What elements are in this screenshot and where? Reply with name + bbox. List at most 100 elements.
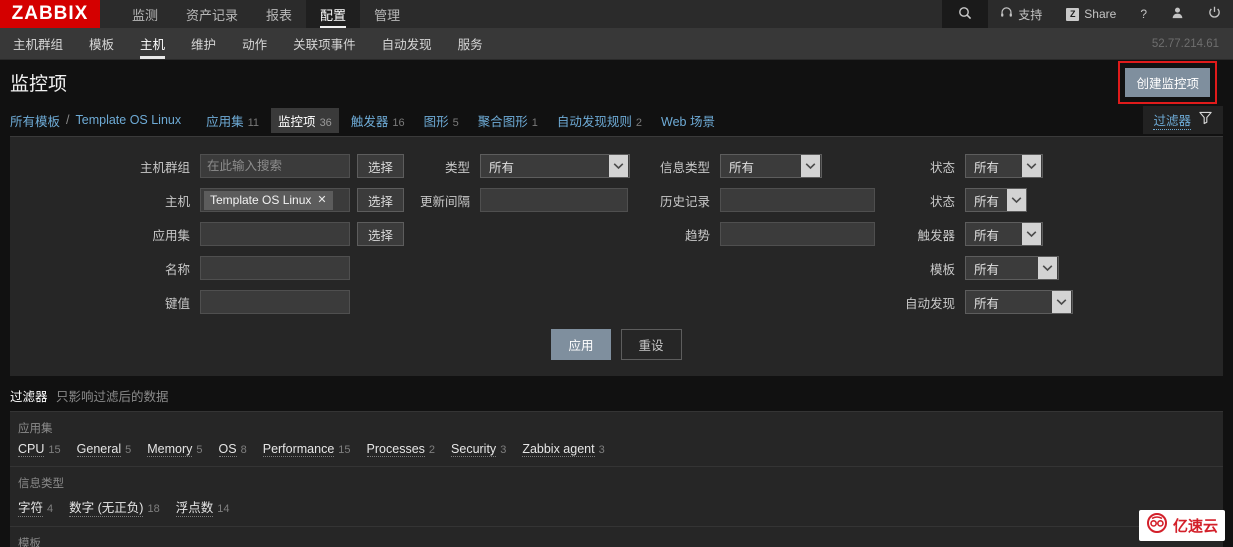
filter-row-value-type: 信息类型 所有: [635, 149, 880, 183]
global-search-button[interactable]: [942, 0, 989, 28]
subnav-item-templates[interactable]: 模板: [76, 28, 127, 59]
subnav-item-discovery[interactable]: 自动发现: [369, 28, 445, 59]
subnav-spacer: [496, 28, 1138, 59]
subfilter-item-name: 数字 (无正负): [69, 497, 144, 517]
menu-item-configuration[interactable]: 配置: [306, 0, 361, 28]
tab-applications[interactable]: 应用集 11: [199, 108, 266, 133]
type-select-value: 所有: [489, 160, 515, 175]
subfilter-item-count: 15: [338, 444, 351, 456]
subfilter-item[interactable]: Memory 5: [147, 442, 203, 457]
subnav-item-correlation[interactable]: 关联项事件: [280, 28, 369, 59]
tab-screens[interactable]: 聚合图形 1: [471, 108, 545, 133]
header-spacer: [414, 0, 942, 28]
subfilter-item-name: Processes: [366, 442, 425, 457]
filter-row-update-interval: 更新间隔: [410, 183, 635, 217]
subfilter-value-types-label: 信息类型: [18, 478, 64, 490]
subfilter-item[interactable]: 数字 (无正负) 18: [69, 497, 160, 517]
support-link[interactable]: 支持: [988, 0, 1054, 28]
subfilter-item[interactable]: OS 8: [218, 442, 247, 457]
menu-item-inventory[interactable]: 资产记录: [172, 0, 252, 28]
subfilter-item[interactable]: 字符 4: [18, 497, 53, 517]
subfilter-item-count: 18: [147, 503, 160, 515]
subfilter-item-count: 8: [240, 444, 247, 456]
power-icon: [1208, 6, 1221, 22]
chevron-down-icon: [1052, 291, 1071, 313]
subfilter-item[interactable]: Security 3: [451, 442, 506, 457]
host-multiselect-input[interactable]: Template OS Linux ✕: [200, 188, 350, 212]
help-link[interactable]: ?: [1128, 0, 1159, 28]
zabbix-share-badge-icon: Z: [1066, 7, 1080, 21]
subnav-item-host-groups[interactable]: 主机群组: [0, 28, 76, 59]
subfilter-value-types-items: 字符 4 数字 (无正负) 18 浮点数 14: [18, 497, 1215, 517]
status-select[interactable]: 所有: [965, 188, 1027, 212]
hostgroup-select-button[interactable]: 选择: [357, 154, 405, 178]
breadcrumb-current-template[interactable]: Template OS Linux: [76, 113, 182, 127]
subnav-item-hosts[interactable]: 主机: [127, 28, 178, 59]
subfilter-item[interactable]: Processes 2: [366, 442, 435, 457]
apply-button[interactable]: 应用: [551, 329, 611, 360]
template-select[interactable]: 所有: [965, 256, 1059, 280]
host-select-button[interactable]: 选择: [357, 188, 405, 212]
breadcrumb-all-templates[interactable]: 所有模板: [10, 111, 60, 130]
state-select[interactable]: 所有: [965, 154, 1043, 178]
history-input[interactable]: [720, 188, 875, 212]
share-label: Share: [1084, 7, 1117, 21]
tab-screens-label: 聚合图形: [477, 114, 528, 129]
user-profile-button[interactable]: [1159, 0, 1196, 28]
subfilter-applications-items: CPU 15 General 5 Memory 5 OS 8 Performan…: [18, 442, 1215, 457]
subfilter-item-name: 浮点数: [175, 497, 214, 517]
tab-web-scenarios[interactable]: Web 场景: [654, 108, 722, 133]
hostgroup-input[interactable]: [200, 154, 350, 178]
subfilter-item[interactable]: Zabbix agent 3: [522, 442, 605, 457]
subnav-item-services[interactable]: 服务: [445, 28, 496, 59]
host-chip[interactable]: Template OS Linux ✕: [204, 190, 333, 210]
subnav-item-maintenance[interactable]: 维护: [178, 28, 229, 59]
value-type-select[interactable]: 所有: [720, 154, 822, 178]
tab-discovery-rules[interactable]: 自动发现规则 2: [550, 108, 649, 133]
label-type: 类型: [444, 160, 470, 175]
filter-column-3: 信息类型 所有 历史记录 趋势: [635, 149, 880, 251]
filter-column-2: 类型 所有 更新间隔: [410, 149, 635, 217]
tab-items[interactable]: 监控项 36: [271, 107, 339, 133]
tab-graphs[interactable]: 图形 5: [417, 108, 466, 133]
subfilter-item[interactable]: 浮点数 14: [175, 497, 229, 517]
subfilter-item-count: 3: [500, 444, 507, 456]
type-select[interactable]: 所有: [480, 154, 630, 178]
subfilter-item-name: Security: [451, 442, 497, 457]
application-input[interactable]: [200, 222, 350, 246]
menu-item-administration[interactable]: 管理: [360, 0, 414, 28]
label-host: 主机: [164, 194, 190, 209]
subnav-item-actions[interactable]: 动作: [229, 28, 280, 59]
tab-applications-label: 应用集: [206, 114, 244, 129]
subfilter-item-count: 3: [598, 444, 605, 456]
label-update-interval: 更新间隔: [419, 194, 470, 209]
filter-row-name: 名称: [10, 251, 410, 285]
update-interval-input[interactable]: [480, 188, 628, 212]
subfilter-applications-label: 应用集: [18, 423, 53, 435]
zabbix-logo[interactable]: ZABBIX: [0, 0, 100, 28]
tab-triggers[interactable]: 触发器 16: [344, 108, 412, 133]
key-input[interactable]: [200, 290, 350, 314]
create-item-highlight-box: 创建监控项: [1118, 60, 1217, 104]
filter-row-state: 状态 所有: [880, 149, 1223, 183]
yisuyun-logo-icon: [1146, 513, 1168, 538]
triggers-select[interactable]: 所有: [965, 222, 1043, 246]
application-select-button[interactable]: 选择: [357, 222, 405, 246]
subfilter-item[interactable]: General 5: [76, 442, 131, 457]
close-icon[interactable]: ✕: [317, 194, 326, 206]
subfilter-item[interactable]: Performance 15: [262, 442, 351, 457]
name-input[interactable]: [200, 256, 350, 280]
subfilter-item[interactable]: CPU 15: [18, 442, 61, 457]
share-link[interactable]: Z Share: [1054, 0, 1128, 28]
trends-input[interactable]: [720, 222, 875, 246]
logout-button[interactable]: [1196, 0, 1233, 28]
create-item-button[interactable]: 创建监控项: [1125, 67, 1210, 97]
reset-button[interactable]: 重设: [620, 329, 682, 360]
menu-item-monitoring[interactable]: 监测: [118, 0, 172, 28]
menu-item-reports[interactable]: 报表: [252, 0, 306, 28]
filter-toggle-button[interactable]: 过滤器: [1143, 106, 1223, 134]
subfilter-item-name: 字符: [18, 497, 44, 517]
page-title-row: 监控项 创建监控项: [0, 60, 1233, 104]
filter-row-hostgroup: 主机群组 选择: [10, 149, 410, 183]
discovery-select[interactable]: 所有: [965, 290, 1073, 314]
